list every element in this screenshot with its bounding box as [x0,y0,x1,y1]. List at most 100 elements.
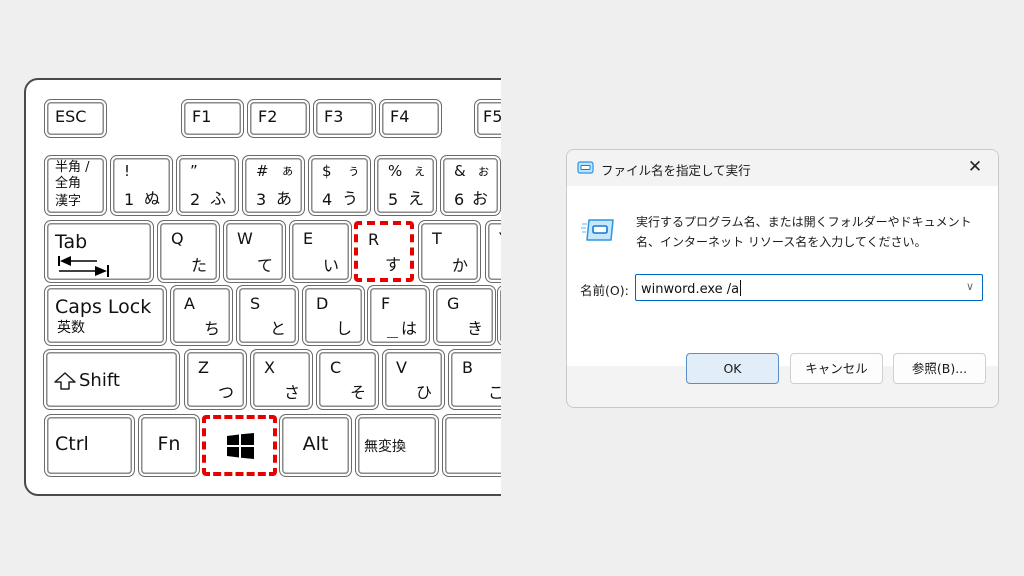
key-letter: F [381,294,391,313]
key-f: F は [367,285,430,346]
key-3: # ぁ 3 あ [242,155,305,216]
key-kana: て [256,256,273,275]
key-alt: Alt [279,414,352,477]
key-f4: F4 [379,99,442,138]
key-caps-lock: Caps Lock 英数 [44,285,167,346]
key-letter: D [316,294,329,313]
dialog-description: 実行するプログラム名、または開くフォルダーやドキュメント名、インターネット リソ… [636,215,972,249]
keyboard-illustration: ESC F1 F2 F3 F4 F5 半角 / 全角 漢字 ! 1 ぬ ” 2 … [0,0,501,576]
key-space [442,414,501,477]
key-esc: ESC [44,99,107,138]
browse-button[interactable]: 参照(B)... [893,353,986,384]
cancel-button[interactable]: キャンセル [790,353,883,384]
key-label: F5 [483,107,501,126]
key-label: Tab [55,231,88,253]
run-program-icon [581,219,614,241]
key-5: % ぇ 5 え [374,155,437,216]
key-1: ! 1 ぬ [110,155,173,216]
key-number: 2 [190,190,201,209]
key-label-line-3: 漢字 [55,194,82,209]
key-2: ” 2 ふ [176,155,239,216]
key-letter: E [303,229,314,248]
key-letter: C [330,358,342,377]
key-z: Z つ [184,349,247,410]
windows-logo-icon [227,433,254,459]
key-label-line-1: 半角 / [55,160,90,175]
key-shift-char: & [454,162,466,180]
key-kana: い [322,256,339,275]
key-kana: と [269,319,286,338]
key-fn: Fn [138,414,200,477]
home-position-bump [387,336,398,338]
key-letter: B [462,358,473,377]
close-icon: ✕ [967,157,983,177]
key-f3: F3 [313,99,376,138]
ok-button[interactable]: OK [686,353,779,384]
key-sub-label: 英数 [57,320,85,336]
key-windows-highlighted [202,415,277,476]
key-label: F2 [258,107,278,126]
key-kana-small: ぅ [346,164,360,179]
name-field-label: 名前(O): [580,283,629,298]
key-kana: ち [203,319,220,338]
key-label: Fn [157,433,181,455]
key-w: W て [223,220,286,283]
key-kana: し [335,319,352,338]
key-muhenkan: 無変換 [355,414,439,477]
key-letter: S [250,294,261,313]
key-label: ESC [55,107,87,126]
key-ctrl: Ctrl [44,414,135,477]
dialog-title-bar[interactable]: ファイル名を指定して実行 ✕ [567,150,998,186]
key-f1: F1 [181,99,244,138]
key-shift-char: ! [124,162,131,180]
key-label: Caps Lock [55,296,152,318]
key-kana: こ [487,383,501,402]
ok-button-label: OK [723,361,742,376]
dialog-content: 実行するプログラム名、または開くフォルダーやドキュメント名、インターネット リソ… [567,186,998,366]
key-label: F1 [192,107,212,126]
chevron-down-icon[interactable]: ∨ [966,280,974,293]
name-input-text: winword.exe /a [641,282,740,297]
key-kana: ふ [209,189,226,208]
browse-button-label: 参照(B)... [911,361,968,376]
key-number: 6 [454,190,465,209]
key-kana: は [400,319,417,338]
key-label-line-2: 全角 [55,176,82,191]
key-t: T か [418,220,481,283]
key-d: D し [302,285,365,346]
key-shift: Shift [43,349,180,410]
key-kana: あ [275,189,292,208]
key-label: F3 [324,107,344,126]
key-e: E い [289,220,352,283]
key-shift-char: ” [190,162,198,180]
key-kana: そ [349,383,366,402]
key-a: A ち [170,285,233,346]
key-kana-small: ぇ [412,164,426,179]
key-kana: た [190,256,207,275]
key-y: Y [485,220,501,283]
key-number: 5 [388,190,399,209]
key-letter: Q [171,229,184,248]
key-hankaku-zenkaku: 半角 / 全角 漢字 [44,155,107,216]
name-input-value[interactable]: winword.exe /a [641,280,742,297]
text-caret [740,280,742,296]
key-number: 1 [124,190,135,209]
key-g: G き [433,285,496,346]
key-label: Alt [302,433,329,455]
key-label: Ctrl [55,433,89,455]
key-letter: Y [499,229,501,248]
key-kana: う [341,189,358,208]
key-shift-char: # [256,162,269,180]
key-shift-char: $ [322,162,332,180]
key-4: $ ぅ 4 う [308,155,371,216]
key-number: 3 [256,190,267,209]
key-letter: X [264,358,275,377]
key-kana: さ [283,383,300,402]
key-v: V ひ [382,349,445,410]
shift-arrow-icon [54,372,76,390]
key-kana: す [384,255,401,274]
name-combobox[interactable]: winword.exe /a ∨ [635,274,983,301]
key-letter: A [184,294,195,313]
tab-arrows-icon [58,256,109,277]
close-button[interactable]: ✕ [964,156,986,178]
